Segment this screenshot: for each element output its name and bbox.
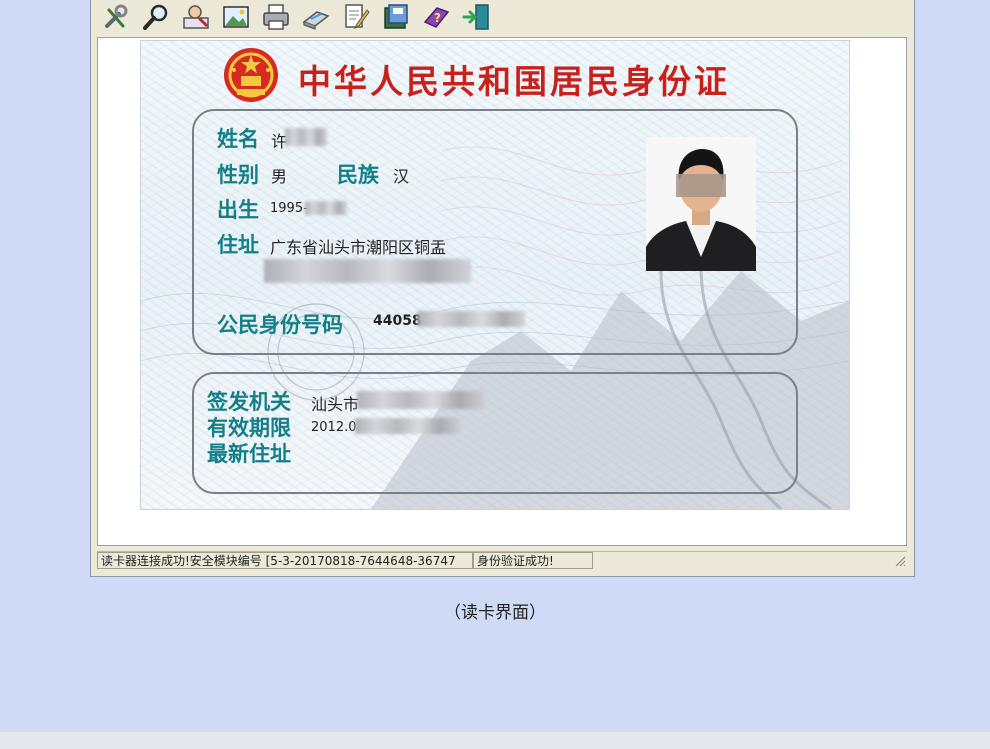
user-search-button[interactable] xyxy=(179,1,213,33)
validity-redaction xyxy=(355,418,461,434)
address-value: 广东省汕头市潮阳区铜盂 xyxy=(270,238,447,257)
id-card-image: 中华人民共和国居民身份证 姓名 许 性别 男 民族 汉 出生 1995- 住址 … xyxy=(140,40,850,510)
reader-window: ? 中华人民共和国居民身份证 姓名 许 性别 男 民族 汉 出生 1995- 住… xyxy=(90,0,915,577)
resize-grip[interactable] xyxy=(893,552,907,569)
sex-label: 性别 xyxy=(217,162,259,187)
save-icon xyxy=(384,4,408,29)
resize-grip-icon xyxy=(895,556,906,567)
page-bottom-strip xyxy=(0,732,990,749)
tools-icon xyxy=(105,4,128,28)
status-message: 读卡器连接成功!安全模块编号 [5-3-20170818-7644648-367… xyxy=(97,552,473,569)
exit-button[interactable] xyxy=(459,1,493,33)
birth-value: 1995- xyxy=(270,201,308,216)
scanner-button[interactable] xyxy=(299,1,333,33)
birth-label: 出生 xyxy=(217,197,259,222)
user-search-icon xyxy=(183,5,209,29)
sex-value: 男 xyxy=(271,167,288,186)
card-title: 中华人民共和国居民身份证 xyxy=(298,62,730,101)
image-button[interactable] xyxy=(219,1,253,33)
image-icon xyxy=(223,6,249,28)
printer-icon xyxy=(263,4,289,30)
help-button[interactable]: ? xyxy=(419,1,453,33)
name-redaction xyxy=(285,128,327,146)
save-button[interactable] xyxy=(379,1,413,33)
address-redaction xyxy=(264,259,471,283)
status-bar: 读卡器连接成功!安全模块编号 [5-3-20170818-7644648-367… xyxy=(97,551,907,570)
birth-redaction xyxy=(305,201,347,215)
search-button[interactable] xyxy=(139,1,173,33)
ethnic-label: 民族 xyxy=(337,162,379,187)
tools-button[interactable] xyxy=(99,1,133,33)
national-emblem-icon xyxy=(224,48,278,102)
screenshot-caption: （读卡界面） xyxy=(444,603,546,623)
card-display-area: 中华人民共和国居民身份证 姓名 许 性别 男 民族 汉 出生 1995- 住址 … xyxy=(97,37,907,546)
holder-photo xyxy=(646,137,756,271)
id-number-redaction xyxy=(417,311,525,327)
ethnic-value: 汉 xyxy=(393,167,410,186)
toolbar: ? xyxy=(99,0,493,35)
svg-text:?: ? xyxy=(434,11,441,25)
help-book-icon: ? xyxy=(423,7,450,28)
id-number-value: 44058 xyxy=(373,313,422,329)
validity-value: 2012.0 xyxy=(311,420,357,435)
print-button[interactable] xyxy=(259,1,293,33)
scanner-icon xyxy=(302,11,330,30)
authority-redaction xyxy=(357,391,485,409)
authority-value: 汕头市 xyxy=(311,395,360,414)
latest-address-label: 最新住址 xyxy=(207,441,291,466)
document-edit-icon xyxy=(345,4,370,30)
name-label: 姓名 xyxy=(217,126,259,151)
address-label: 住址 xyxy=(217,232,259,257)
status-verify: 身份验证成功! xyxy=(473,552,593,569)
exit-icon xyxy=(462,4,489,30)
edit-document-button[interactable] xyxy=(339,1,373,33)
id-number-label: 公民身份号码 xyxy=(217,312,343,337)
magnifier-icon xyxy=(143,4,168,30)
